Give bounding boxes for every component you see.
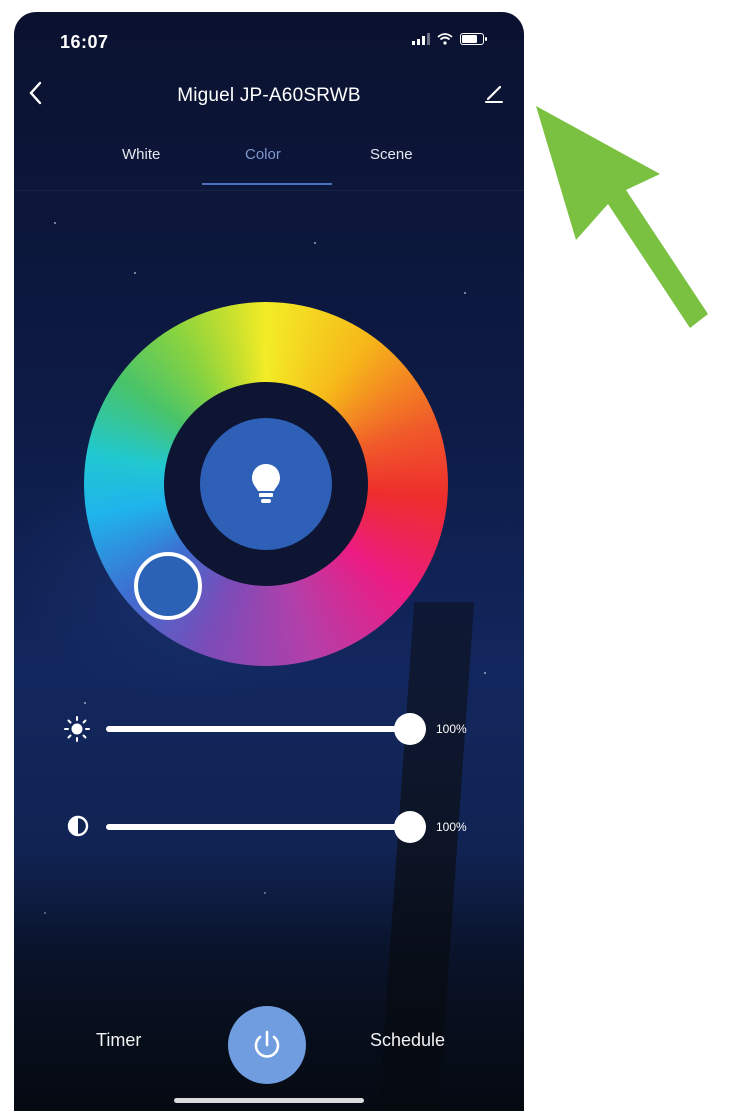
device-title: Miguel JP-A60SRWB xyxy=(177,85,361,106)
star xyxy=(314,242,316,244)
sun-icon xyxy=(64,716,90,747)
signal-icon xyxy=(412,33,430,45)
lightbulb-icon xyxy=(252,464,280,503)
battery-icon xyxy=(460,33,487,45)
edit-button[interactable] xyxy=(482,81,506,110)
brightness-value: 100% xyxy=(436,722,467,736)
bulb-toggle[interactable] xyxy=(200,418,332,550)
phone-screen: 16:07 Miguel JP-A60SRWB White Color Scen… xyxy=(14,12,524,1111)
tab-color[interactable]: Color xyxy=(245,146,281,163)
brightness-slider-track[interactable] xyxy=(106,726,414,732)
half-circle-icon xyxy=(66,814,90,843)
tab-white[interactable]: White xyxy=(122,146,160,163)
power-icon xyxy=(254,1030,280,1058)
status-time: 16:07 xyxy=(60,32,109,52)
pencil-icon xyxy=(485,85,503,103)
tab-scene[interactable]: Scene xyxy=(370,146,413,163)
annotation-arrow-icon xyxy=(530,100,720,345)
timer-button[interactable]: Timer xyxy=(96,1030,141,1051)
star xyxy=(484,672,486,674)
star xyxy=(54,222,56,224)
power-button[interactable] xyxy=(228,1006,306,1084)
active-tab-indicator xyxy=(202,183,332,185)
saturation-slider-knob[interactable] xyxy=(394,811,426,843)
brightness-slider-knob[interactable] xyxy=(394,713,426,745)
star xyxy=(464,292,466,294)
wifi-icon xyxy=(437,33,453,45)
star xyxy=(84,702,86,704)
status-icons xyxy=(412,33,487,45)
color-picker-handle[interactable] xyxy=(134,552,202,620)
star xyxy=(134,272,136,274)
home-indicator xyxy=(174,1098,364,1103)
schedule-button[interactable]: Schedule xyxy=(370,1030,445,1051)
saturation-value: 100% xyxy=(436,820,467,834)
saturation-slider-track[interactable] xyxy=(106,824,414,830)
